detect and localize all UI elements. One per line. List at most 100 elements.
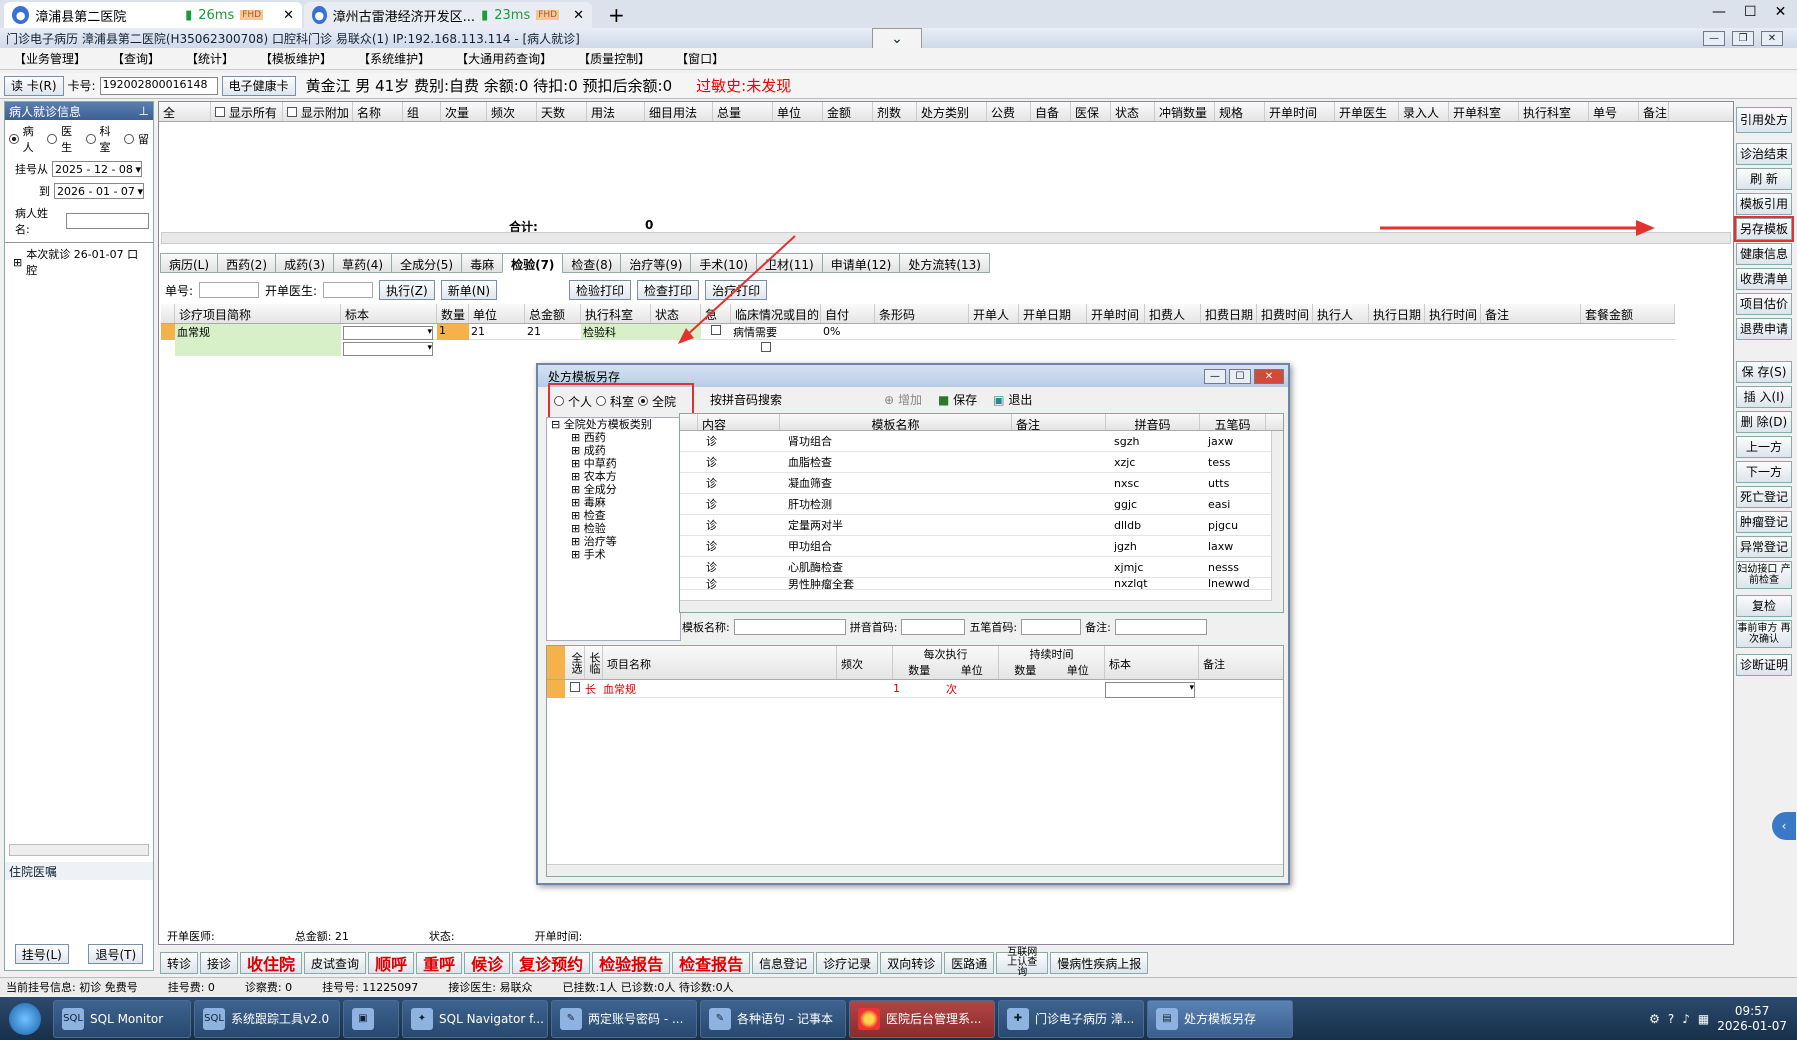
- cite-template-button[interactable]: 模板引用: [1736, 193, 1792, 215]
- taskbar-item[interactable]: 医院后台管理系...: [849, 999, 995, 1038]
- chevron-left-icon[interactable]: ‹: [1772, 812, 1796, 840]
- tab-material[interactable]: 卫材(11): [756, 253, 823, 273]
- tree-item[interactable]: ⊞ 农本方: [547, 470, 680, 483]
- internet-query-button[interactable]: 互联网上认查询: [996, 948, 1049, 978]
- tree-item[interactable]: ⊞ 手术: [547, 548, 680, 561]
- search-label[interactable]: 按拼音码搜索: [710, 391, 782, 408]
- col-all[interactable]: 全: [159, 102, 211, 121]
- menu-query[interactable]: 【查询】: [112, 50, 160, 67]
- info-reg-button[interactable]: 信息登记: [752, 952, 815, 974]
- doctor-input[interactable]: [323, 282, 374, 298]
- records-button[interactable]: 诊疗记录: [816, 952, 879, 974]
- new-order-button[interactable]: 新单(N): [440, 280, 498, 300]
- taskbar-item[interactable]: SQL 系统跟踪工具v2.0: [194, 999, 340, 1038]
- radio-patient[interactable]: [9, 134, 19, 144]
- register-button[interactable]: 挂号(L): [14, 944, 69, 964]
- taskbar-item[interactable]: ✦ SQL Navigator f...: [402, 999, 548, 1038]
- urgent-checkbox[interactable]: [711, 325, 721, 335]
- tree-item[interactable]: ⊞ 检查: [547, 509, 680, 522]
- col-header[interactable]: 全选: [565, 646, 585, 679]
- qty-cell[interactable]: 1: [437, 323, 469, 340]
- table-row[interactable]: 血常规 ▾ 1 21 21 检验科 病情需要 0%: [161, 323, 1675, 340]
- tree-item[interactable]: ⊞ 中草药: [547, 457, 680, 470]
- save-button[interactable]: ■ 保存: [938, 391, 977, 408]
- print-exam-button[interactable]: 检查打印: [637, 280, 700, 300]
- horizontal-scrollbar[interactable]: [9, 844, 149, 856]
- pin-icon[interactable]: ⊥: [139, 104, 149, 118]
- prev-rx-button[interactable]: 上一方: [1736, 436, 1792, 458]
- taskbar-item[interactable]: ✚ 门诊电子病历 漳...: [998, 999, 1144, 1038]
- table-row[interactable]: 诊 定量两对半 dlldb pjgcu: [680, 515, 1283, 536]
- table-row[interactable]: 诊 心肌酶检查 xjmjc nesss: [680, 557, 1283, 578]
- rx-review-button[interactable]: 事前审方 再次确认: [1736, 620, 1792, 648]
- menu-system[interactable]: 【系统维护】: [358, 50, 430, 67]
- exam-report-button[interactable]: 检查报告: [672, 952, 751, 974]
- table-row[interactable]: 诊 肾功组合 sgzh jaxw: [680, 431, 1283, 452]
- read-card-button[interactable]: 读 卡(R): [4, 75, 64, 96]
- skin-test-button[interactable]: 皮试查询: [304, 952, 367, 974]
- table-row[interactable]: 诊 肝功检测 ggjc easi: [680, 494, 1283, 515]
- close-icon[interactable]: ✕: [283, 8, 294, 23]
- tab-treatment[interactable]: 治疗等(9): [620, 253, 692, 273]
- lab-report-button[interactable]: 检验报告: [592, 952, 671, 974]
- restore-icon[interactable]: ❐: [1732, 31, 1754, 46]
- start-button[interactable]: [0, 999, 50, 1039]
- urgent-checkbox[interactable]: [761, 341, 771, 352]
- chronic-report-button[interactable]: 慢病性疾病上报: [1050, 952, 1149, 974]
- table-row[interactable]: 长 血常规 1 次 ▾: [547, 679, 1283, 698]
- fee-list-button[interactable]: 收费清单: [1736, 268, 1792, 290]
- clock[interactable]: 09:57 2026-01-07: [1717, 1004, 1787, 1034]
- note-input[interactable]: [1114, 619, 1207, 635]
- tab-exam[interactable]: 检查(8): [562, 253, 622, 273]
- insert-button[interactable]: 插 入(I): [1736, 386, 1792, 408]
- abnormal-reg-button[interactable]: 异常登记: [1736, 536, 1792, 558]
- horizontal-scrollbar[interactable]: [547, 864, 1283, 876]
- specimen-select[interactable]: ▾: [1105, 681, 1195, 698]
- taskbar-item[interactable]: ✎ 两定账号密码 - ...: [551, 999, 697, 1038]
- radio-dept[interactable]: [85, 134, 96, 144]
- tree-item[interactable]: ⊞ 毒麻: [547, 496, 680, 509]
- radio-personal[interactable]: [554, 396, 564, 406]
- collapse-button[interactable]: ⌄: [872, 28, 922, 50]
- pinyin-input[interactable]: [901, 619, 966, 635]
- menu-quality[interactable]: 【质量控制】: [578, 50, 650, 67]
- table-row[interactable]: 诊 男性肿瘤全套 nxzlqt lnewwd: [680, 578, 1283, 590]
- taskbar-item[interactable]: ▣: [343, 999, 399, 1038]
- volume-icon[interactable]: ♪: [1682, 1012, 1690, 1026]
- minimize-icon[interactable]: —: [1712, 4, 1726, 20]
- cite-rx-button[interactable]: 引用处方: [1736, 107, 1792, 133]
- tumor-reg-button[interactable]: 肿瘤登记: [1736, 511, 1792, 533]
- tab-western[interactable]: 西药(2): [217, 253, 277, 273]
- close-icon[interactable]: ✕: [1761, 31, 1783, 46]
- specimen-select[interactable]: ▾: [343, 325, 433, 340]
- health-card-button[interactable]: 电子健康卡: [221, 75, 296, 96]
- receive-button[interactable]: 接诊: [200, 952, 239, 974]
- tab-patent[interactable]: 成药(3): [275, 253, 335, 273]
- transfer-button[interactable]: 转诊: [160, 952, 199, 974]
- radio-doctor[interactable]: [47, 134, 58, 144]
- death-reg-button[interactable]: 死亡登记: [1736, 486, 1792, 508]
- admit-button[interactable]: 收住院: [240, 952, 303, 974]
- help-icon[interactable]: ?: [1668, 1012, 1674, 1026]
- tab-request[interactable]: 申请单(12): [821, 253, 901, 273]
- tree-item[interactable]: ⊞ 检验: [547, 522, 680, 535]
- delete-button[interactable]: 删 除(D): [1736, 411, 1792, 433]
- card-number-input[interactable]: 192002800016148: [99, 76, 218, 95]
- call-next-button[interactable]: 顺呼: [368, 952, 415, 974]
- taskbar-item[interactable]: SQL SQL Monitor: [53, 999, 191, 1038]
- diagnosis-cert-button[interactable]: 诊断证明: [1736, 654, 1792, 676]
- add-button[interactable]: ⊕ 增加: [884, 391, 922, 408]
- unit-cell[interactable]: 次: [946, 681, 999, 697]
- tab-full[interactable]: 全成分(5): [391, 253, 463, 273]
- yilutong-button[interactable]: 医路通: [944, 952, 995, 974]
- radio-hospital[interactable]: [638, 396, 649, 406]
- taskbar-item[interactable]: ▤ 处方模板另存: [1147, 999, 1293, 1038]
- finish-button[interactable]: 诊治结束: [1736, 143, 1792, 165]
- menu-templates[interactable]: 【模板维护】: [260, 50, 332, 67]
- taskbar-item[interactable]: ✎ 各种语句 - 记事本: [700, 999, 846, 1038]
- radio-stay[interactable]: [124, 134, 134, 144]
- save-button[interactable]: 保 存(S): [1736, 361, 1792, 383]
- expand-icon[interactable]: ⊞: [13, 256, 22, 269]
- table-row[interactable]: 诊 凝血筛查 nxsc utts: [680, 473, 1283, 494]
- close-icon[interactable]: ✕: [1775, 4, 1787, 20]
